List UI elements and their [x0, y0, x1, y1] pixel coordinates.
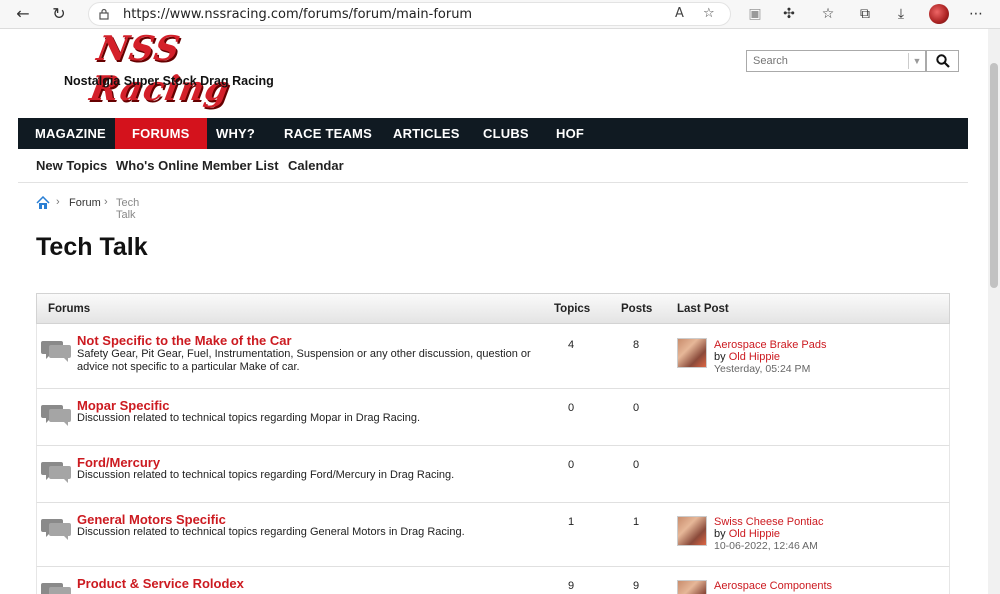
chevron-right-icon: ›	[104, 196, 108, 208]
url-text: https://www.nssracing.com/forums/forum/m…	[123, 7, 473, 22]
forum-bubble-icon	[41, 462, 71, 483]
last-post-user-link[interactable]: Old Hippie	[729, 351, 780, 363]
avatar[interactable]	[677, 580, 707, 594]
avatar[interactable]	[677, 516, 707, 546]
subnav-member-list[interactable]: Member List	[202, 158, 279, 173]
topics-count: 1	[567, 516, 575, 528]
forum-title-link[interactable]: Not Specific to the Make of the Car	[77, 333, 292, 348]
search-button[interactable]	[926, 50, 959, 72]
address-bar[interactable]: https://www.nssracing.com/forums/forum/m…	[88, 2, 731, 26]
nav-articles[interactable]: ARTICLES	[376, 118, 477, 149]
last-post-by: by Old Hippie	[714, 528, 780, 540]
nav-race-teams[interactable]: RACE TEAMS	[267, 118, 389, 149]
collections-icon[interactable]: ⧉	[855, 4, 875, 24]
forum-bubble-icon	[41, 519, 71, 540]
browser-toolbar: ← ↻ https://www.nssracing.com/forums/for…	[0, 0, 1000, 29]
forum-title-link[interactable]: General Motors Specific	[77, 512, 226, 527]
last-post-by: by Old Hippie	[714, 351, 780, 363]
posts-count: 0	[632, 459, 640, 471]
refresh-icon[interactable]: ↻	[48, 3, 70, 25]
lock-icon	[99, 8, 109, 20]
forum-title-link[interactable]: Product & Service Rolodex	[77, 576, 244, 591]
more-menu-icon[interactable]: ⋯	[966, 4, 986, 24]
search-icon	[936, 54, 950, 68]
breadcrumb-forum[interactable]: Forum	[69, 197, 101, 209]
header-last-post: Last Post	[677, 303, 729, 315]
nav-why[interactable]: WHY?	[199, 118, 272, 149]
nav-clubs[interactable]: CLUBS	[466, 118, 546, 149]
header-forums: Forums	[48, 303, 91, 315]
forum-title-link[interactable]: Mopar Specific	[77, 398, 169, 413]
nav-hof[interactable]: HOF	[539, 118, 601, 149]
home-icon[interactable]	[36, 196, 50, 210]
subnav-new-topics[interactable]: New Topics	[36, 158, 107, 173]
forum-description: Discussion related to technical topics r…	[77, 526, 465, 538]
extension-icon[interactable]: ▣	[745, 4, 765, 24]
search-container: ▼	[746, 50, 926, 72]
by-label: by	[714, 351, 729, 363]
scrollbar[interactable]	[988, 29, 1000, 594]
subnav-whos-online[interactable]: Who's Online	[116, 158, 199, 173]
last-post-link[interactable]: Swiss Cheese Pontiac	[714, 516, 823, 528]
topics-count: 0	[567, 459, 575, 471]
favorites-icon[interactable]: ☆	[818, 4, 838, 24]
last-post-link[interactable]: Aerospace Components	[714, 580, 832, 592]
forum-description: Discussion related to technical topics r…	[77, 469, 455, 481]
back-arrow-icon[interactable]: ←	[12, 3, 34, 25]
nav-forums[interactable]: FORUMS	[115, 118, 207, 149]
last-post-time: Yesterday, 05:24 PM	[714, 363, 811, 375]
topics-count: 0	[567, 402, 575, 414]
scrollbar-thumb[interactable]	[990, 63, 998, 288]
last-post-link[interactable]: Aerospace Brake Pads	[714, 339, 827, 351]
page-content: NSS Racing Nostalgia Super Stock Drag Ra…	[0, 29, 988, 594]
logo-tagline: Nostalgia Super Stock Drag Racing	[64, 74, 274, 88]
forum-bubble-icon	[41, 341, 71, 362]
last-post-user-link[interactable]: Old Hippie	[729, 528, 780, 540]
header-posts: Posts	[621, 303, 653, 315]
forum-description: Discussion related to technical topics r…	[77, 412, 421, 424]
by-label: by	[714, 528, 729, 540]
forum-bubble-icon	[41, 583, 71, 594]
table-row: General Motors Specific Discussion relat…	[36, 503, 950, 567]
topics-count: 9	[567, 580, 575, 592]
forum-title-link[interactable]: Ford/Mercury	[77, 455, 160, 470]
header-topics: Topics	[554, 303, 591, 315]
table-row: Not Specific to the Make of the Car Safe…	[36, 324, 950, 389]
table-row: Ford/Mercury Discussion related to techn…	[36, 446, 950, 503]
chevron-right-icon: ›	[56, 196, 60, 208]
posts-count: 0	[632, 402, 640, 414]
table-row: Mopar Specific Discussion related to tec…	[36, 389, 950, 446]
read-aloud-icon[interactable]: A	[675, 6, 684, 21]
search-dropdown-icon[interactable]: ▼	[908, 53, 925, 69]
page-title: Tech Talk	[36, 233, 148, 261]
forum-bubble-icon	[41, 405, 71, 426]
sub-nav: New Topics Who's Online Member List Cale…	[18, 149, 968, 183]
avatar[interactable]	[677, 338, 707, 368]
subnav-calendar[interactable]: Calendar	[288, 158, 344, 173]
site-logo[interactable]: NSS Racing Nostalgia Super Stock Drag Ra…	[64, 29, 274, 109]
forum-table: Forums Topics Posts Last Post Not Specif…	[36, 293, 950, 594]
search-input[interactable]	[747, 51, 907, 71]
main-nav: MAGAZINE FORUMS WHY? RACE TEAMS ARTICLES…	[18, 118, 968, 149]
forum-description: Safety Gear, Pit Gear, Fuel, Instrumenta…	[77, 348, 531, 373]
puzzle-icon[interactable]: ✣	[779, 4, 799, 24]
logo-wordmark: NSS Racing	[86, 29, 234, 109]
topics-count: 4	[567, 339, 575, 351]
downloads-icon[interactable]: ⤓	[891, 4, 911, 24]
posts-count: 8	[632, 339, 640, 351]
table-row: Product & Service Rolodex 9 9 Aerospace …	[36, 567, 950, 594]
nav-magazine[interactable]: MAGAZINE	[18, 118, 123, 149]
posts-count: 9	[632, 580, 640, 592]
posts-count: 1	[632, 516, 640, 528]
table-header: Forums Topics Posts Last Post	[36, 293, 950, 324]
breadcrumb-current: Tech Talk	[116, 197, 140, 221]
last-post-time: 10-06-2022, 12:46 AM	[714, 540, 818, 552]
profile-avatar[interactable]	[929, 4, 949, 24]
favorite-add-icon[interactable]: ☆	[703, 6, 715, 21]
